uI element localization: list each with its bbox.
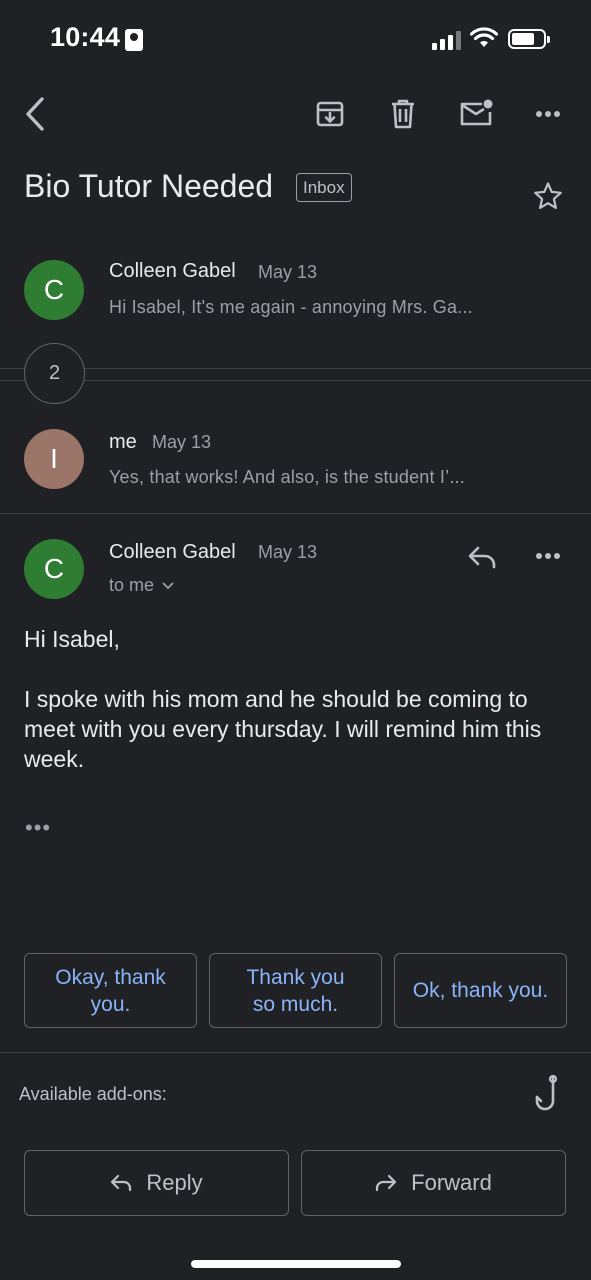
hook-icon <box>535 1075 558 1111</box>
collapsed-messages-button[interactable]: 2 <box>24 343 85 404</box>
reply-icon <box>468 546 496 569</box>
more-horizontal-icon <box>536 553 560 559</box>
smart-reply-1[interactable]: Okay, thank you. <box>24 953 197 1028</box>
recipient-label: to me <box>109 575 155 595</box>
status-bar: 10:44 <box>0 0 591 80</box>
archive-button[interactable] <box>312 96 348 132</box>
contact-card-icon <box>125 29 143 51</box>
delete-button[interactable] <box>385 96 421 132</box>
more-options-button[interactable] <box>530 100 566 128</box>
sender-name[interactable]: Colleen Gabel <box>109 541 236 564</box>
sender-name: Colleen Gabel <box>109 260 236 282</box>
addon-button[interactable] <box>530 1074 566 1116</box>
message-snippet: Yes, that works! And also, is the studen… <box>109 467 465 487</box>
back-button[interactable] <box>18 94 52 134</box>
avatar: C <box>24 539 84 599</box>
star-button[interactable] <box>530 178 566 214</box>
label-badge[interactable]: Inbox <box>296 173 352 202</box>
divider <box>0 380 591 381</box>
mail-unread-icon <box>460 99 493 126</box>
smart-reply-2[interactable]: Thank you so much. <box>209 953 382 1028</box>
forward-button[interactable]: Forward <box>301 1150 566 1216</box>
divider <box>0 368 591 369</box>
divider <box>0 1052 591 1053</box>
message-more-button[interactable] <box>530 542 566 570</box>
forward-label: Forward <box>411 1170 492 1195</box>
message-date: May 13 <box>258 262 318 282</box>
reply-icon-button[interactable] <box>462 540 502 574</box>
star-icon <box>534 182 562 209</box>
smart-reply-3[interactable]: Ok, thank you. <box>394 953 567 1028</box>
chevron-down-icon <box>162 582 174 589</box>
home-indicator[interactable] <box>191 1260 401 1268</box>
message-snippet: Hi Isabel, It's me again - annoying Mrs.… <box>109 297 473 317</box>
more-horizontal-icon <box>536 111 560 117</box>
forward-icon <box>376 1174 397 1192</box>
reply-icon <box>111 1174 132 1192</box>
show-trimmed-content-button[interactable]: ••• <box>25 815 51 841</box>
recipient-details-toggle[interactable]: to me <box>109 575 174 596</box>
avatar: C <box>24 260 84 320</box>
sender-name: me <box>109 431 137 453</box>
wifi-icon <box>469 27 499 54</box>
divider <box>0 513 591 514</box>
avatar: I <box>24 429 84 489</box>
addons-label: Available add-ons: <box>19 1084 167 1104</box>
mark-unread-button[interactable] <box>456 96 496 132</box>
reply-label: Reply <box>146 1170 203 1195</box>
message-date: May 13 <box>152 432 212 452</box>
archive-icon <box>316 101 344 127</box>
message-body: I spoke with his mom and he should be co… <box>24 686 542 772</box>
trash-icon <box>392 99 414 129</box>
status-time: 10:44 <box>50 22 121 52</box>
battery-icon <box>508 29 550 49</box>
message-greeting: Hi Isabel, <box>24 626 120 652</box>
email-subject: Bio Tutor Needed <box>24 168 274 204</box>
chevron-left-icon <box>26 97 44 131</box>
cellular-signal-icon <box>432 30 462 50</box>
message-date: May 13 <box>258 542 318 562</box>
reply-button[interactable]: Reply <box>24 1150 289 1216</box>
